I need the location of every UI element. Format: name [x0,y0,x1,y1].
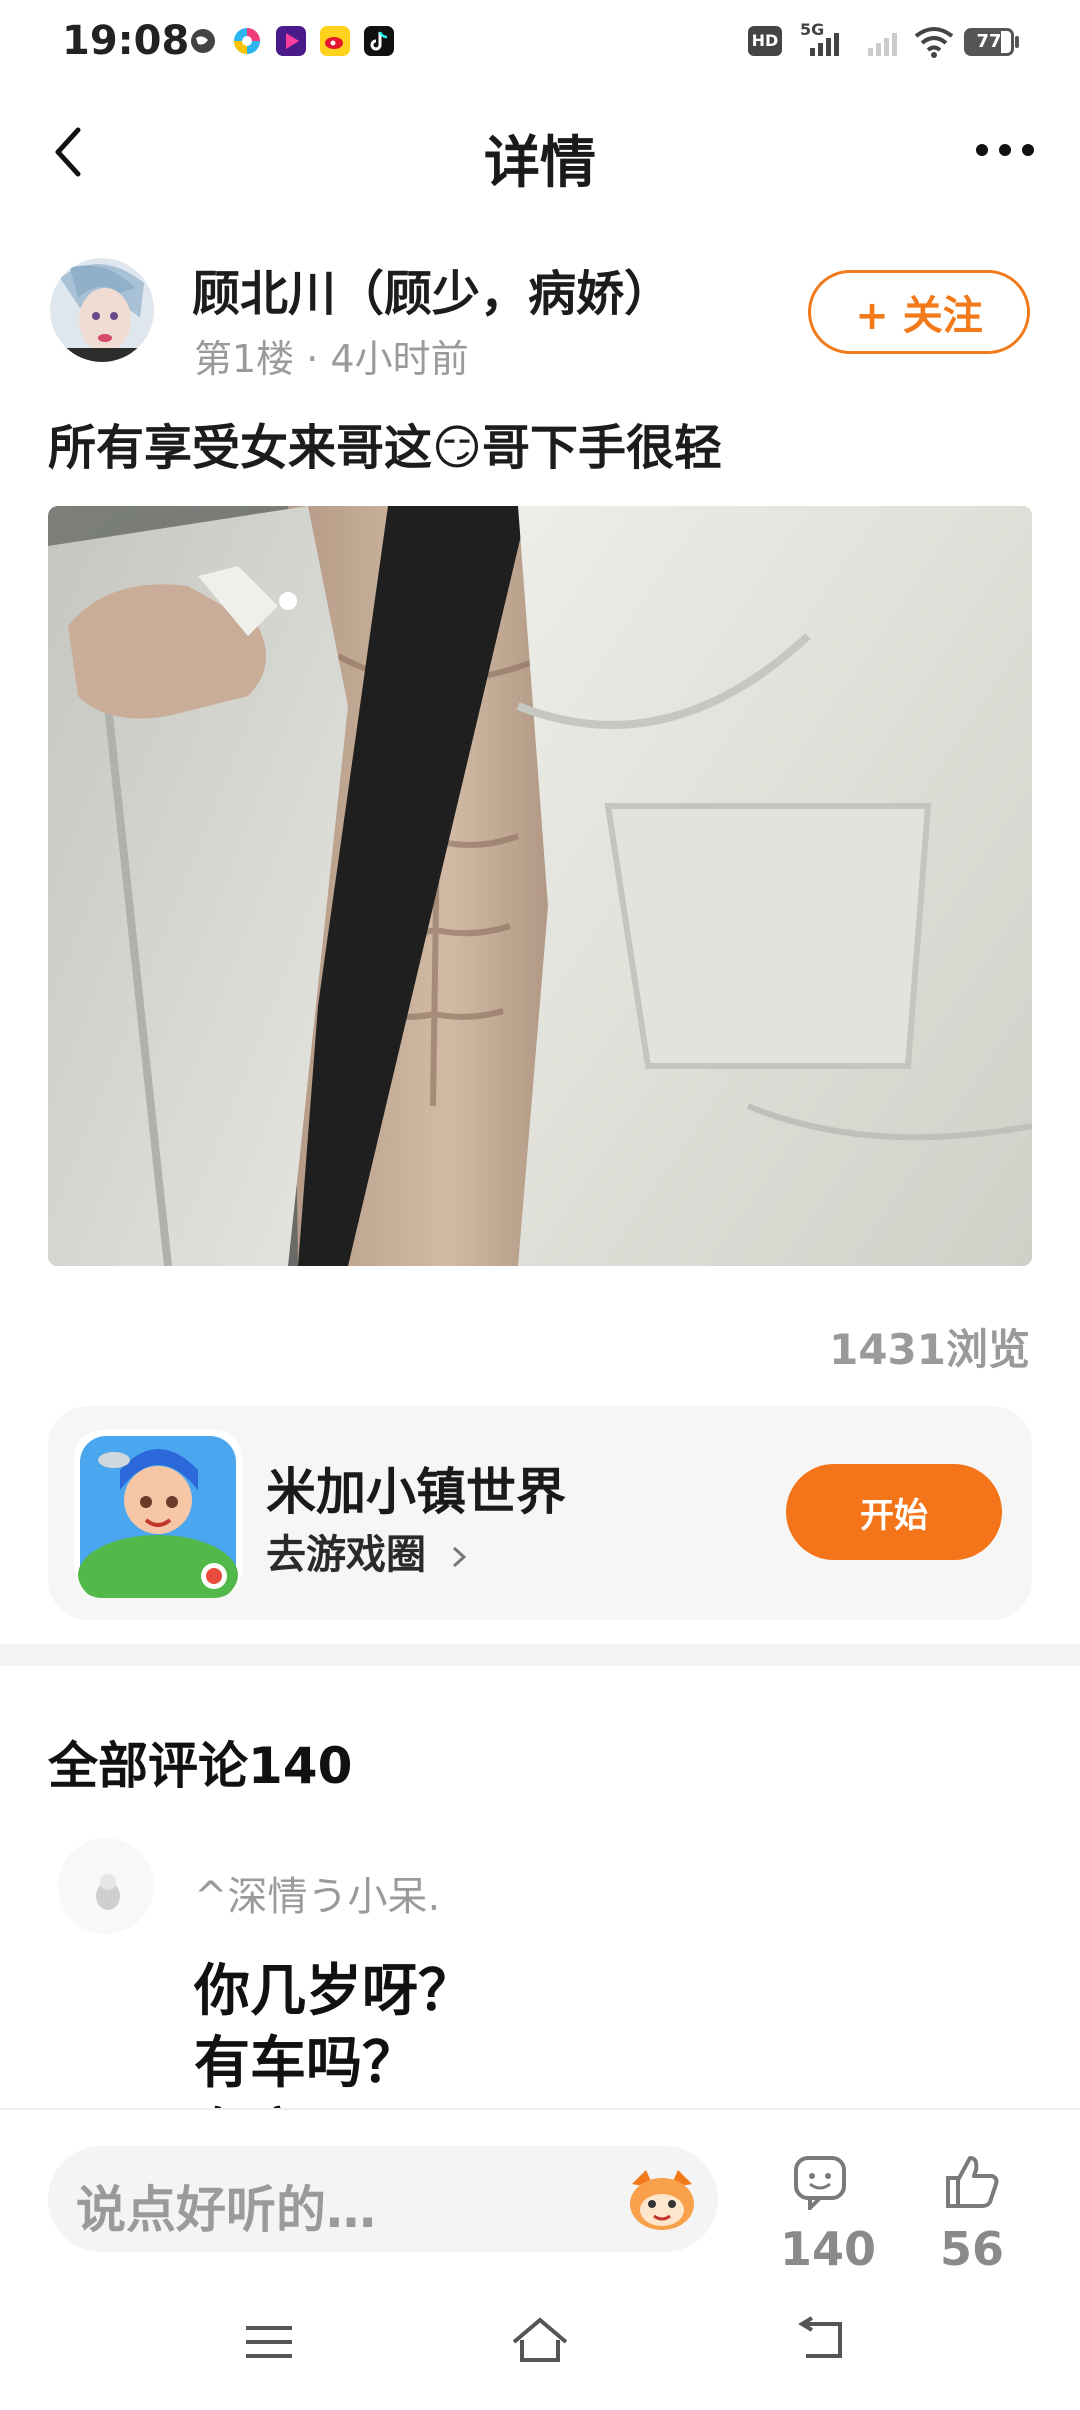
signal-2-icon [866,30,906,62]
video-app-icon [276,26,306,56]
colorful-app-icon [232,26,262,56]
wifi-icon [912,24,956,62]
signal-icon [808,30,848,62]
author-avatar[interactable] [50,258,154,362]
more-dots-icon [976,144,1034,156]
globe-icon [188,26,218,56]
game-circle-link[interactable]: 去游戏圈 [266,1522,470,1580]
game-app-icon[interactable] [74,1430,242,1598]
back-nav-button[interactable] [796,2316,852,2368]
battery-icon: 77 [964,28,1014,56]
comment-placeholder: 说点好听的… [76,2181,376,2239]
status-bar: 19:08 HD 5G 77 [0,0,1080,86]
game-name: 米加小镇世界 [266,1463,566,1521]
home-icon [512,2317,568,2362]
post-meta: 第1楼 · 4小时前 [194,337,469,381]
menu-icon [246,2326,292,2358]
comment-button[interactable] [790,2154,850,2214]
comments-title: 全部评论140 [48,1737,353,1795]
comment-input[interactable]: 说点好听的… [48,2146,718,2252]
comment-count: 140 [779,2222,877,2276]
battery-level: 77 [976,31,1002,52]
comment-line-1: 你几岁呀？ [194,1959,474,2024]
weibo-icon [320,26,350,56]
commenter-name[interactable]: ^深情う小呆. [194,1864,440,1922]
hd-icon: HD [748,26,782,56]
author-name[interactable]: 顾北川（顾少，病娇） [192,254,672,324]
commenter-avatar[interactable] [58,1838,154,1934]
like-button[interactable] [942,2154,1002,2214]
section-divider [0,1644,1080,1666]
menu-nav-button[interactable] [244,2322,294,2366]
follow-button[interactable]: + 关注 [808,270,1030,354]
mascot-emoji-icon[interactable] [624,2164,700,2234]
comment-icon [794,2156,846,2213]
home-nav-button[interactable] [508,2314,572,2370]
page-title: 详情 [484,131,596,196]
bottom-bar: 说点好听的… 140 56 [0,2108,1080,2410]
tiktok-icon [364,26,394,56]
more-button[interactable] [970,130,1040,170]
thumbs-up-icon [946,2156,999,2208]
post-text: 所有享受女来哥这😏哥下手很轻 [48,420,723,476]
game-card[interactable]: 米加小镇世界 去游戏圈 开始 [48,1406,1032,1620]
post-image[interactable] [48,506,1032,1266]
start-game-button[interactable]: 开始 [786,1464,1002,1560]
battery-tip [1015,36,1019,48]
like-count: 56 [939,2222,1004,2276]
comment-line-2: 有车吗？ [194,2031,418,2096]
chevron-right-icon [452,1546,467,1568]
return-icon [798,2316,842,2358]
clock: 19:08 [62,18,190,64]
game-circle-label: 去游戏圈 [266,1532,426,1578]
view-count: 1431浏览 [829,1325,1030,1374]
